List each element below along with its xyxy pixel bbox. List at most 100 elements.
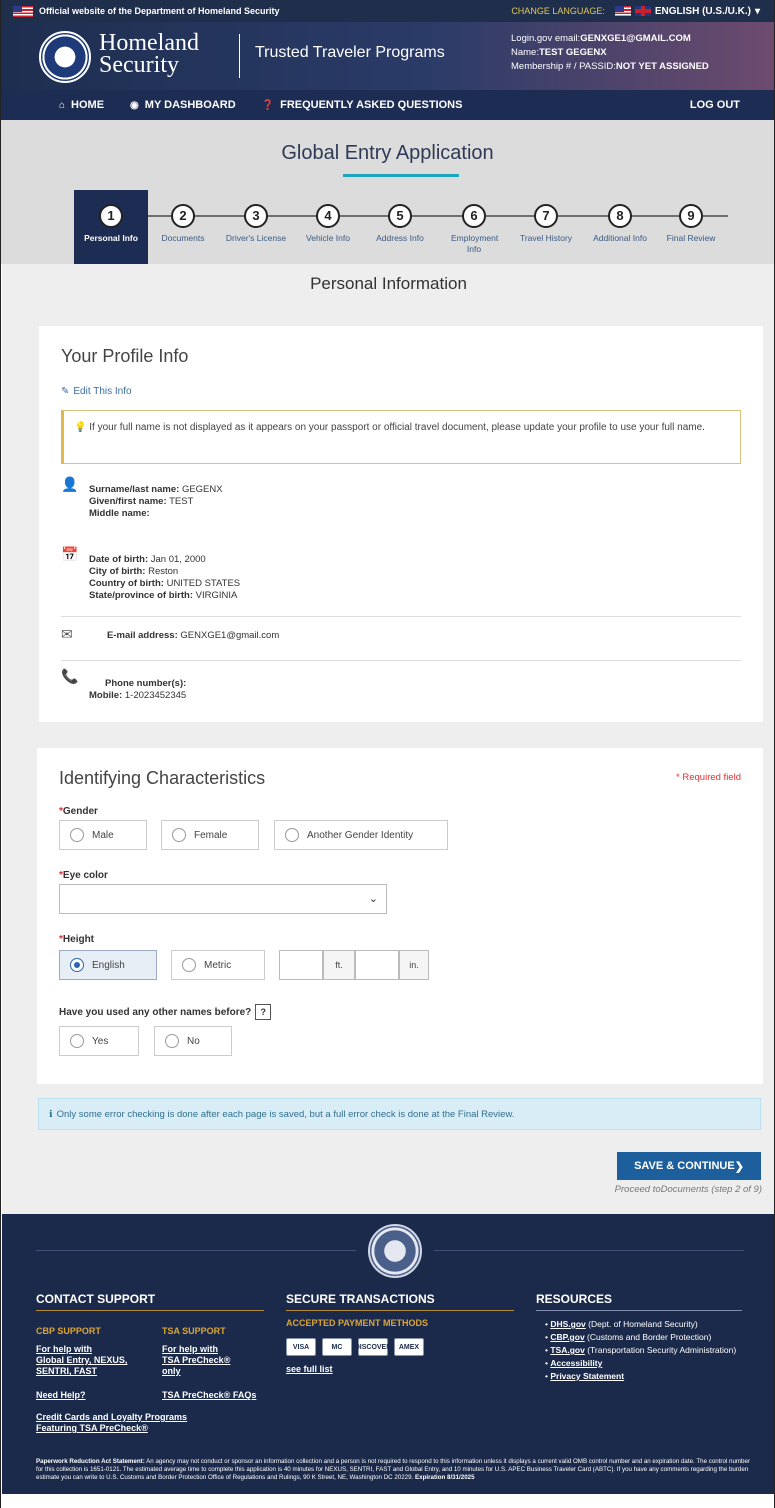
resource-cbp[interactable]: CBP.gov (Customs and Border Protection) <box>545 1331 736 1344</box>
question-circle-icon: ❓ <box>261 99 275 111</box>
city-label: City of birth: <box>89 566 146 577</box>
step-address-info[interactable]: 5 Address Info <box>363 190 437 264</box>
step-travel-history[interactable]: 7 Travel History <box>509 190 583 264</box>
cbp-help-link[interactable]: For help with Global Entry, NEXUS, SENTR… <box>36 1344 127 1377</box>
mobile-value: 1-2023452345 <box>124 690 187 701</box>
step-number: 1 <box>99 204 123 228</box>
characteristics-heading: Identifying Characteristics <box>59 768 266 788</box>
login-label: Login.gov email: <box>511 33 581 44</box>
step-label: Employment Info <box>451 233 499 254</box>
state-label: State/province of birth: <box>89 590 193 601</box>
user-icon: 👤 <box>61 476 79 492</box>
step-label: Address Info <box>376 233 424 243</box>
help-button[interactable]: ? <box>255 1004 272 1020</box>
mastercard-icon: MC <box>322 1338 352 1356</box>
step-number: 2 <box>171 204 195 228</box>
see-full-list-link[interactable]: see full list <box>286 1364 333 1375</box>
gender-label: *Gender <box>59 806 98 817</box>
main-nav: ⌂ HOME ◉ MY DASHBOARD ❓ FREQUENTLY ASKED… <box>1 90 774 120</box>
column-rule <box>536 1310 742 1311</box>
brand-line-1: Homeland <box>99 30 199 56</box>
nav-home[interactable]: ⌂ HOME <box>59 99 104 111</box>
proceed-text: Proceed toDocuments (step 2 of 9) <box>614 1184 762 1195</box>
visa-card-icon: VISA <box>286 1338 316 1356</box>
resource-dhs[interactable]: DHS.gov (Dept. of Homeland Security) <box>545 1318 736 1331</box>
country-value: UNITED STATES <box>166 578 241 589</box>
page: Official website of the Department of Ho… <box>0 0 775 1508</box>
gender-other-radio[interactable]: Another Gender Identity <box>274 820 448 850</box>
step-vehicle-info[interactable]: 4 Vehicle Info <box>291 190 365 264</box>
resources-list: DHS.gov (Dept. of Homeland Security) CBP… <box>545 1318 736 1383</box>
tsa-help-link[interactable]: For help with TSA PreCheck® only <box>162 1344 230 1377</box>
step-personal-info[interactable]: 1 Personal Info <box>74 190 148 264</box>
phone-icon: 📞 <box>61 668 79 684</box>
need-help-link[interactable]: Need Help? <box>36 1390 86 1401</box>
given-label: Given/first name: <box>89 496 167 507</box>
name-notice-text: If your full name is not displayed as it… <box>89 422 705 433</box>
radio-circle <box>70 1034 84 1048</box>
dhs-brand[interactable]: Homeland Security <box>99 30 199 77</box>
caret-down-icon: ▾ <box>754 5 760 17</box>
other-names-yes-radio[interactable]: Yes <box>59 1026 139 1056</box>
name-label: Name: <box>511 47 539 58</box>
nav-faq-label: FREQUENTLY ASKED QUESTIONS <box>280 99 463 111</box>
step-number: 5 <box>388 204 412 228</box>
save-continue-button[interactable]: SAVE & CONTINUE ❯ <box>617 1152 761 1180</box>
column-rule <box>36 1310 264 1311</box>
step-employment-info[interactable]: 6 Employment Info <box>437 190 511 264</box>
nav-faq[interactable]: ❓ FREQUENTLY ASKED QUESTIONS <box>262 99 463 111</box>
height-feet-input[interactable] <box>279 950 323 980</box>
eye-color-select[interactable]: ⌄ <box>59 884 387 914</box>
nav-dashboard[interactable]: ◉ MY DASHBOARD <box>130 99 236 111</box>
edit-profile-link[interactable]: ✎ Edit This Info <box>61 386 132 397</box>
separator <box>61 660 741 661</box>
feet-unit: ft. <box>323 950 355 980</box>
state-value: VIRGINIA <box>195 590 238 601</box>
resource-privacy[interactable]: Privacy Statement <box>545 1370 736 1383</box>
step-label: Documents <box>161 233 205 243</box>
profile-card: Your Profile Info ✎ Edit This Info 💡 If … <box>39 326 763 722</box>
gender-female-radio[interactable]: Female <box>161 820 259 850</box>
us-flag-icon <box>13 6 33 17</box>
radio-label: Male <box>92 829 114 841</box>
tsa-faq-link[interactable]: TSA PreCheck® FAQs <box>162 1390 256 1401</box>
credit-cards-link[interactable]: Credit Cards and Loyalty Programs Featur… <box>36 1412 187 1434</box>
resource-accessibility[interactable]: Accessibility <box>545 1357 736 1370</box>
characteristics-card: Identifying Characteristics * Required f… <box>37 748 763 1084</box>
phone-label: Phone number(s): <box>105 678 187 689</box>
step-label: Travel History <box>519 233 573 243</box>
step-label: Final Review <box>666 233 716 243</box>
save-button-label: SAVE & CONTINUE <box>634 1160 735 1172</box>
height-metric-radio[interactable]: Metric <box>171 950 265 980</box>
language-value: ENGLISH (U.S./U.K.) <box>654 5 751 17</box>
title-underline <box>343 174 459 177</box>
nav-logout[interactable]: LOG OUT <box>690 99 740 111</box>
name-row: 👤 Surname/last name: GEGENX Given/first … <box>61 476 223 520</box>
envelope-icon: ✉ <box>61 626 73 642</box>
country-label: Country of birth: <box>89 578 164 589</box>
inches-unit: in. <box>399 950 429 980</box>
membership-label: Membership # / PASSID: <box>511 61 616 72</box>
other-names-no-radio[interactable]: No <box>154 1026 232 1056</box>
radio-label: Female <box>194 829 228 841</box>
name-value: TEST GEGENX <box>538 47 607 58</box>
official-banner: Official website of the Department of Ho… <box>1 0 774 22</box>
column-rule <box>286 1310 514 1311</box>
gender-male-radio[interactable]: Male <box>59 820 147 850</box>
discover-card-icon: DISCOVER <box>355 1338 391 1356</box>
user-info: Login.gov email:GENXGE1@GMAIL.COM Name:T… <box>511 32 709 74</box>
tsa-support-heading: TSA SUPPORT <box>162 1326 226 1336</box>
step-final-review[interactable]: 9 Final Review <box>654 190 728 264</box>
dhs-seal-icon[interactable] <box>39 31 91 83</box>
progress-steps: 1 Personal Info 2 Documents 3 Driver's L… <box>1 190 774 264</box>
step-number: 7 <box>534 204 558 228</box>
step-documents[interactable]: 2 Documents <box>146 190 220 264</box>
language-selector[interactable]: ENGLISH (U.S./U.K.) ▾ <box>612 5 762 17</box>
height-english-radio[interactable]: English <box>59 950 157 980</box>
resource-tsa[interactable]: TSA.gov (Transportation Security Adminis… <box>545 1344 736 1357</box>
step-drivers-license[interactable]: 3 Driver's License <box>219 190 293 264</box>
error-check-alert: ℹ Only some error checking is done after… <box>38 1098 761 1130</box>
height-inches-input[interactable] <box>355 950 399 980</box>
step-additional-info[interactable]: 8 Additional Info <box>583 190 657 264</box>
phone-row: 📞 Phone number(s): Mobile: 1-2023452345 <box>61 668 186 702</box>
